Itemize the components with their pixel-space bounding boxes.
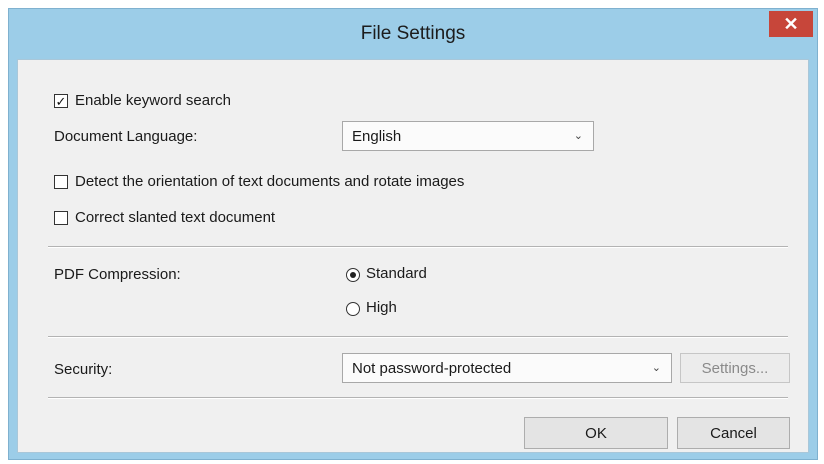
radio-standard[interactable] xyxy=(346,268,360,282)
radio-standard-label[interactable]: Standard xyxy=(366,265,427,282)
file-settings-dialog: File Settings ✕ ✓ Enable keyword search … xyxy=(8,8,818,460)
detect-orientation-checkbox[interactable] xyxy=(54,175,68,189)
security-label: Security: xyxy=(54,361,113,378)
check-icon: ✓ xyxy=(55,93,67,109)
radio-high[interactable] xyxy=(346,302,360,316)
keyword-search-label[interactable]: Enable keyword search xyxy=(75,92,231,109)
divider xyxy=(48,246,788,248)
cancel-button[interactable]: Cancel xyxy=(677,417,790,449)
chevron-down-icon: ⌄ xyxy=(651,362,661,374)
close-button[interactable]: ✕ xyxy=(769,11,813,37)
dialog-body: ✓ Enable keyword search Document Languag… xyxy=(17,59,809,453)
close-icon: ✕ xyxy=(783,13,799,34)
chevron-down-icon: ⌄ xyxy=(573,130,583,142)
divider xyxy=(48,397,788,399)
divider xyxy=(48,336,788,338)
pdf-compression-label: PDF Compression: xyxy=(54,266,181,283)
radio-selected-dot xyxy=(350,272,356,278)
security-value: Not password-protected xyxy=(352,359,512,377)
keyword-search-checkbox[interactable]: ✓ xyxy=(54,94,68,108)
document-language-label: Document Language: xyxy=(54,128,198,145)
ok-button[interactable]: OK xyxy=(524,417,668,449)
security-settings-button[interactable]: Settings... xyxy=(680,353,790,383)
radio-high-label[interactable]: High xyxy=(366,299,397,316)
dialog-title: File Settings xyxy=(360,23,466,44)
detect-orientation-label[interactable]: Detect the orientation of text documents… xyxy=(75,173,464,190)
document-language-select[interactable]: English ⌄ xyxy=(342,121,594,151)
title-bar[interactable]: File Settings ✕ xyxy=(9,9,817,59)
security-select[interactable]: Not password-protected ⌄ xyxy=(342,353,672,383)
correct-slanted-label[interactable]: Correct slanted text document xyxy=(75,209,275,226)
correct-slanted-checkbox[interactable] xyxy=(54,211,68,225)
document-language-value: English xyxy=(352,127,402,145)
